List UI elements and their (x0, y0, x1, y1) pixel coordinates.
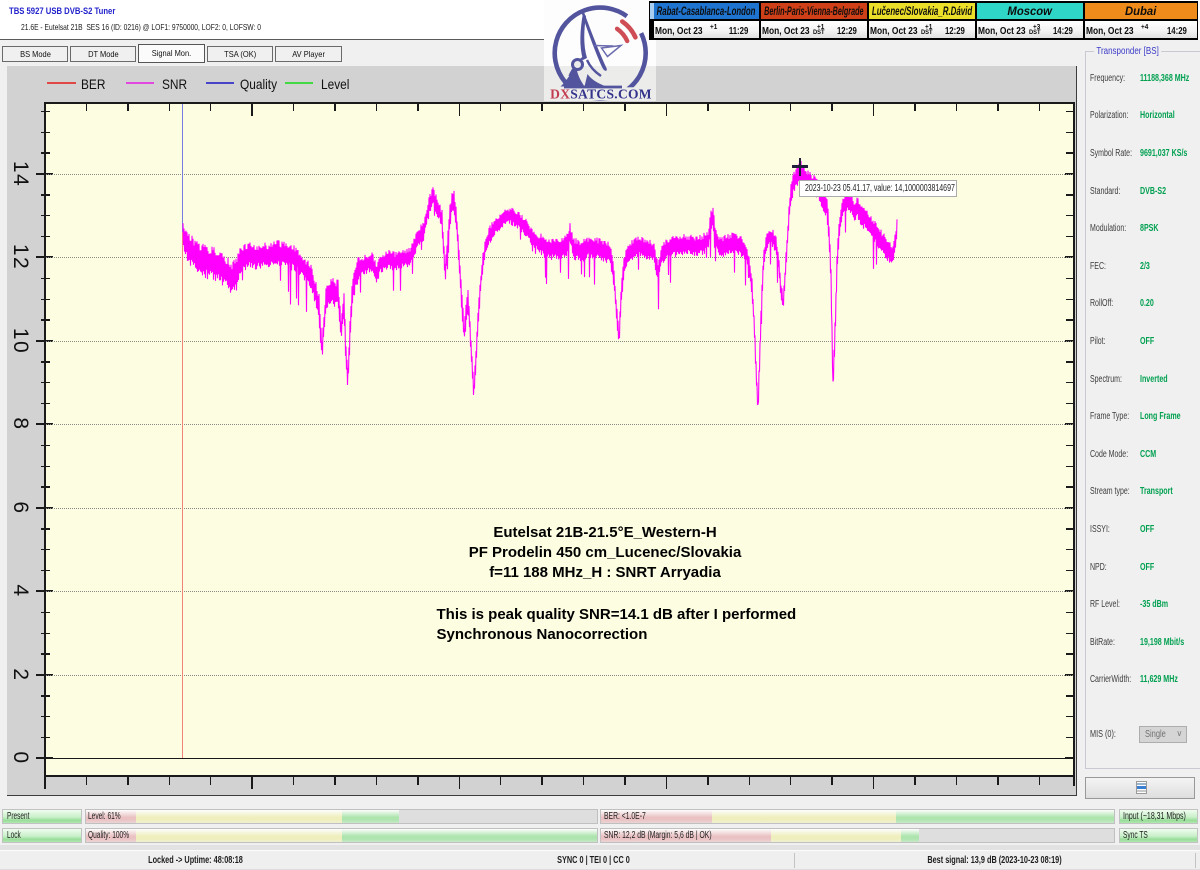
svg-text:DXSATCS.COM: DXSATCS.COM (550, 87, 652, 102)
